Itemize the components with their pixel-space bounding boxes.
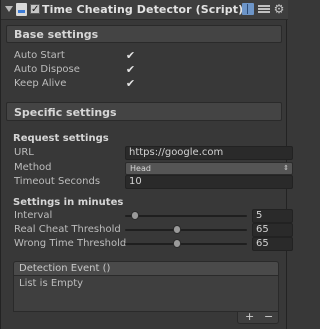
wrong-time-threshold-slider-thumb[interactable]	[172, 239, 181, 248]
section-title: Base settings	[14, 28, 99, 41]
foldout-arrow-icon[interactable]	[5, 6, 13, 12]
specific-settings-section: Specific settings	[6, 102, 282, 121]
help-book-icon[interactable]	[242, 3, 254, 15]
component-enabled-checkbox[interactable]: ✓	[30, 4, 40, 15]
remove-event-button[interactable]: −	[264, 310, 273, 323]
auto-dispose-row: Auto Dispose ✔	[14, 63, 280, 77]
interval-row: Interval 5	[14, 209, 293, 223]
dropdown-arrow-icon: ⇕	[283, 164, 289, 172]
empty-list-text: List is Empty	[19, 278, 84, 289]
interval-slider-track[interactable]	[125, 215, 247, 217]
wrong-time-threshold-label: Wrong Time Threshold	[14, 238, 127, 249]
timeout-label: Timeout Seconds	[14, 176, 101, 187]
method-dropdown[interactable]: Head ⇕	[125, 162, 293, 175]
request-settings-header: Request settings	[13, 133, 109, 144]
section-title: Specific settings	[14, 106, 117, 119]
method-value: Head	[130, 164, 151, 173]
timeout-field[interactable]: 10	[125, 175, 293, 189]
wrong-time-threshold-slider-track[interactable]	[125, 243, 247, 245]
add-event-button[interactable]: +	[245, 310, 254, 323]
component-title: Time Cheating Detector (Script)	[42, 3, 244, 16]
keep-alive-label: Keep Alive	[14, 78, 67, 89]
base-settings-section: Base settings	[6, 25, 282, 43]
auto-start-row: Auto Start ✔	[14, 49, 280, 63]
method-label: Method	[14, 162, 52, 173]
detection-event-header: Detection Event ()	[13, 261, 279, 276]
wrong-time-threshold-value-field[interactable]: 65	[252, 237, 293, 251]
inspector-panel: ✓ Time Cheating Detector (Script) ⚙ Base…	[0, 0, 293, 329]
auto-dispose-checkbox[interactable]: ✔	[125, 64, 136, 75]
list-footer: + −	[237, 310, 279, 324]
url-label: URL	[14, 147, 34, 158]
real-cheat-threshold-slider-thumb[interactable]	[172, 225, 181, 234]
url-field[interactable]: https://google.com	[125, 146, 293, 160]
url-row: URL https://google.com	[14, 146, 293, 160]
minutes-settings-header: Settings in minutes	[13, 197, 124, 208]
keep-alive-checkbox[interactable]: ✔	[125, 78, 136, 89]
real-cheat-threshold-row: Real Cheat Threshold 65	[14, 223, 293, 237]
interval-label: Interval	[14, 210, 53, 221]
auto-start-checkbox[interactable]: ✔	[125, 50, 136, 61]
component-header[interactable]: ✓ Time Cheating Detector (Script) ⚙	[1, 0, 288, 20]
script-icon	[16, 3, 27, 16]
real-cheat-threshold-value-field[interactable]: 65	[252, 223, 293, 237]
timeout-row: Timeout Seconds 10	[14, 175, 293, 189]
real-cheat-threshold-label: Real Cheat Threshold	[14, 224, 121, 235]
keep-alive-row: Keep Alive ✔	[14, 77, 280, 91]
interval-value-field[interactable]: 5	[252, 209, 293, 223]
wrong-time-threshold-row: Wrong Time Threshold 65	[14, 237, 293, 251]
detection-event-list: List is Empty	[13, 276, 279, 312]
preset-icon[interactable]	[258, 3, 270, 15]
interval-slider-thumb[interactable]	[130, 211, 139, 220]
auto-start-label: Auto Start	[14, 50, 65, 61]
method-row: Method Head ⇕	[14, 161, 293, 175]
gear-icon[interactable]: ⚙	[273, 3, 285, 15]
real-cheat-threshold-slider-track[interactable]	[125, 229, 247, 231]
auto-dispose-label: Auto Dispose	[14, 64, 80, 75]
